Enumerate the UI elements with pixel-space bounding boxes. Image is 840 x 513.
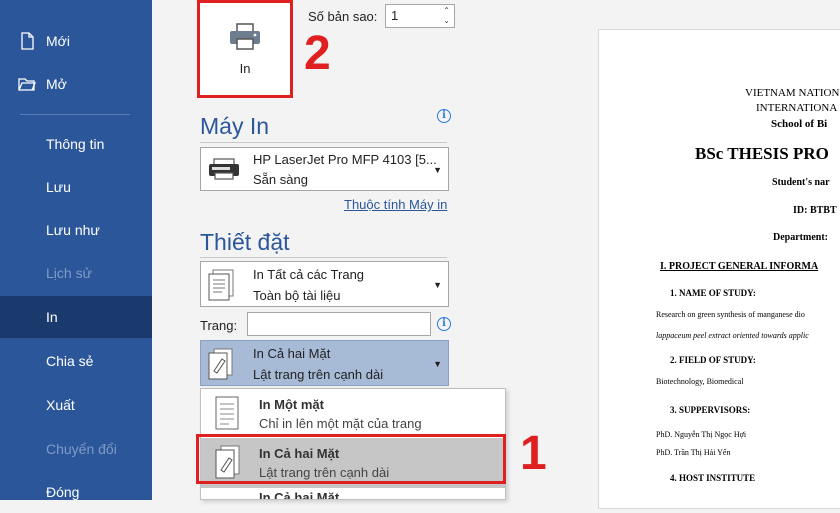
preview-heading: 2. FIELD OF STUDY: (670, 355, 756, 365)
preview-heading: 3. SUPPERVISORS: (670, 405, 751, 415)
spin-up-icon[interactable]: ⌃ (443, 6, 450, 15)
sidebar-item-save[interactable]: Lưu (0, 166, 152, 208)
pages-info-icon[interactable]: i (437, 317, 451, 331)
sidebar-item-export[interactable]: Xuất (0, 384, 152, 426)
preview-line: ID: BTBT (793, 205, 837, 216)
option-subtitle: Chỉ in lên một mặt của trang (259, 416, 422, 431)
sidebar-item-info[interactable]: Thông tin (0, 123, 152, 165)
print-preview-area: VIETNAM NATION INTERNATIONA School of Bi… (577, 0, 840, 509)
preview-text: Research on green synthesis of manganese… (656, 310, 805, 319)
preview-section: I. PROJECT GENERAL INFORMA (660, 261, 819, 272)
preview-title: BSc THESIS PRO (695, 144, 829, 163)
option-title: In Một mặt (259, 397, 324, 412)
copies-value: 1 (391, 8, 399, 23)
printer-name: HP LaserJet Pro MFP 4103 [5... (253, 152, 437, 167)
preview-text: Biotechnology, Biomedical (656, 377, 744, 386)
printer-device-icon (209, 158, 239, 180)
sidebar-item-label: Xuất (46, 397, 75, 413)
preview-heading: 1. NAME OF STUDY: (670, 288, 756, 298)
spin-down-icon[interactable]: ⌄ (443, 16, 450, 25)
backstage-sidebar: Mới Mở Thông tin Lưu Lưu như Lịch sử In … (0, 0, 152, 500)
print-button-label: In (239, 60, 251, 76)
pages-input[interactable] (247, 312, 431, 336)
open-folder-icon (18, 78, 36, 91)
selection-highlight-frame (196, 434, 506, 484)
settings-section-title: Thiết đặt (200, 229, 290, 255)
duplex-main: In Cả hai Mặt (253, 346, 331, 361)
copies-label: Số bản sao: (308, 9, 378, 24)
duplex-option-one-sided[interactable]: In Một mặt Chỉ in lên một mặt của trang (201, 389, 505, 439)
printer-info-icon[interactable]: i (437, 109, 451, 123)
copies-input[interactable]: 1 ⌃ ⌄ (385, 4, 455, 28)
sidebar-item-label: Chia sẻ (46, 353, 94, 369)
duplex-sub: Lật trang trên cạnh dài (253, 367, 384, 382)
sidebar-item-label: In (46, 309, 58, 325)
print-button[interactable]: In (197, 0, 293, 98)
printer-select[interactable]: HP LaserJet Pro MFP 4103 [5... Sẵn sàng … (200, 147, 449, 191)
printer-icon (230, 22, 260, 50)
chevron-down-icon: ▼ (433, 359, 442, 369)
sidebar-item-label: Mới (46, 33, 70, 49)
sidebar-item-label: Đóng (46, 484, 80, 500)
duplex-icon (208, 348, 233, 380)
duplex-select[interactable]: In Cả hai Mặt Lật trang trên cạnh dài ▼ (200, 340, 449, 386)
duplex-option-short-edge[interactable]: In Cả hai Mặt (201, 487, 505, 500)
chevron-down-icon: ▼ (433, 165, 442, 175)
printer-section-title: Máy In (200, 113, 270, 139)
print-range-select[interactable]: In Tất cả các Trang Toàn bộ tài liệu ▼ (200, 261, 449, 307)
printer-status: Sẵn sàng (253, 172, 308, 187)
sidebar-item-close[interactable]: Đóng (0, 471, 152, 513)
printer-divider (200, 142, 447, 143)
sidebar-item-label: Lưu (46, 179, 71, 195)
sidebar-item-label: Mở (46, 76, 67, 92)
sidebar-item-label: Lưu như (46, 222, 100, 238)
new-document-icon (21, 32, 34, 50)
step-2-annotation: 2 (304, 27, 331, 80)
print-range-sub: Toàn bộ tài liệu (253, 288, 341, 303)
pages-icon (208, 269, 234, 301)
sidebar-item-new[interactable]: Mới (0, 20, 152, 62)
preview-line: Student's nar (772, 177, 830, 188)
settings-divider (200, 257, 447, 258)
preview-line: School of Bi (771, 118, 828, 130)
preview-page: VIETNAM NATION INTERNATIONA School of Bi… (598, 29, 840, 509)
sidebar-item-open[interactable]: Mở (0, 63, 152, 105)
preview-line: Department: (773, 232, 828, 243)
step-1-annotation: 1 (520, 427, 547, 480)
sidebar-divider (20, 114, 130, 115)
preview-text: lappaceum peel extract oriented towards … (656, 331, 809, 340)
preview-line: INTERNATIONA (756, 102, 838, 114)
sidebar-item-save-as[interactable]: Lưu như (0, 209, 152, 251)
sidebar-item-print[interactable]: In (0, 296, 152, 338)
sidebar-item-label: Chuyển đổi (46, 441, 117, 457)
print-panel: In Số bản sao: 1 ⌃ ⌄ 2 Máy In i HP Laser… (152, 0, 577, 500)
single-page-icon (215, 396, 239, 430)
printer-properties-link[interactable]: Thuộc tính Máy in (344, 197, 447, 212)
preview-text: PhD. Nguyễn Thị Ngọc Hợi (656, 430, 747, 439)
preview-heading: 4. HOST INSTITUTE (670, 473, 756, 483)
option-title: In Cả hai Mặt (259, 490, 340, 500)
chevron-down-icon: ▼ (433, 280, 442, 290)
sidebar-item-label: Lịch sử (46, 265, 92, 281)
sidebar-item-label: Thông tin (46, 136, 105, 152)
preview-text: PhD. Trần Thị Hải Yến (656, 448, 731, 457)
preview-line: VIETNAM NATION (745, 87, 840, 99)
pages-label: Trang: (200, 318, 238, 333)
sidebar-item-share[interactable]: Chia sẻ (0, 340, 152, 382)
sidebar-item-convert: Chuyển đổi (0, 428, 152, 470)
print-range-main: In Tất cả các Trang (253, 267, 365, 282)
sidebar-item-history: Lịch sử (0, 252, 152, 294)
